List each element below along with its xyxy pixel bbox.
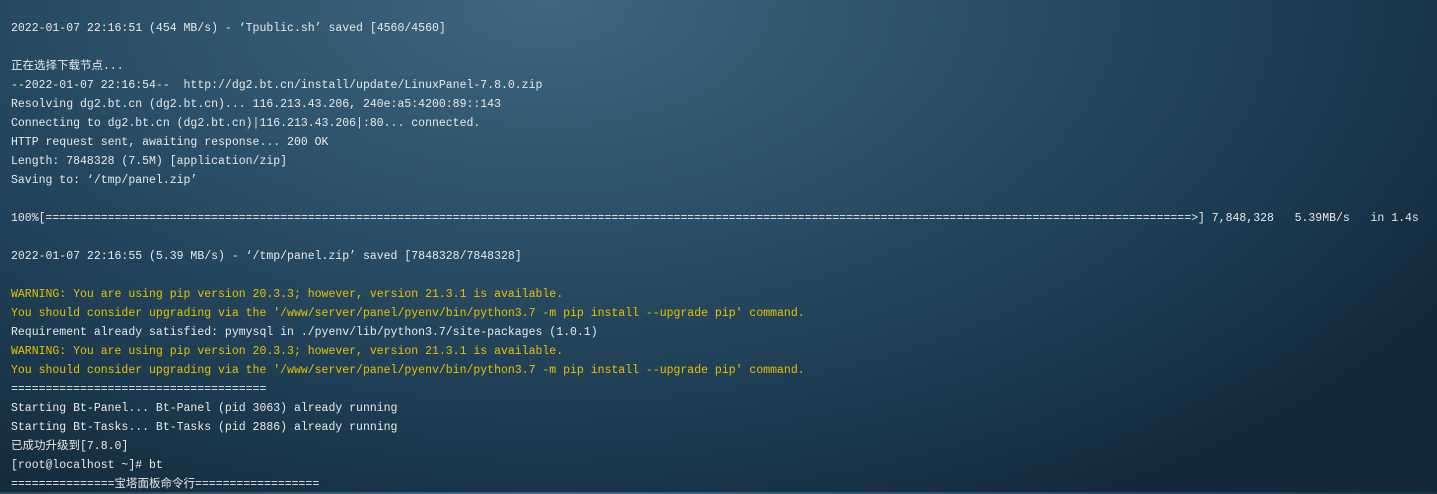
terminal-line: Starting Bt-Tasks... Bt-Tasks (pid 2886)… (11, 421, 398, 434)
separator-line: ===================================== (11, 383, 267, 396)
warning-line: You should consider upgrading via the '/… (11, 364, 805, 377)
terminal-line: Resolving dg2.bt.cn (dg2.bt.cn)... 116.2… (11, 98, 501, 111)
terminal-line: 2022-01-07 22:16:55 (5.39 MB/s) - ‘/tmp/… (11, 250, 522, 263)
terminal-line: 正在选择下载节点... (11, 60, 124, 73)
terminal-line: 2022-01-07 22:16:51 (454 MB/s) - ‘Tpubli… (11, 22, 446, 35)
terminal-line: Connecting to dg2.bt.cn (dg2.bt.cn)|116.… (11, 117, 481, 130)
terminal-line: Requirement already satisfied: pymysql i… (11, 326, 598, 339)
terminal-line: Length: 7848328 (7.5M) [application/zip] (11, 155, 288, 168)
terminal-line: --2022-01-07 22:16:54-- http://dg2.bt.cn… (11, 79, 543, 92)
shell-prompt-line: [root@localhost ~]# bt (11, 459, 163, 472)
warning-line: WARNING: You are using pip version 20.3.… (11, 345, 564, 358)
terminal-line: HTTP request sent, awaiting response... … (11, 136, 329, 149)
panel-menu-header: ===============宝塔面板命令行================== (11, 478, 320, 491)
terminal-output[interactable]: 2022-01-07 22:16:51 (454 MB/s) - ‘Tpubli… (0, 0, 1437, 492)
terminal-line: Saving to: ‘/tmp/panel.zip’ (11, 174, 198, 187)
warning-line: You should consider upgrading via the '/… (11, 307, 805, 320)
terminal-line: 已成功升级到[7.8.0] (11, 440, 129, 453)
download-progress-line: 100%[===================================… (11, 212, 1419, 225)
warning-line: WARNING: You are using pip version 20.3.… (11, 288, 564, 301)
terminal-line: Starting Bt-Panel... Bt-Panel (pid 3063)… (11, 402, 398, 415)
